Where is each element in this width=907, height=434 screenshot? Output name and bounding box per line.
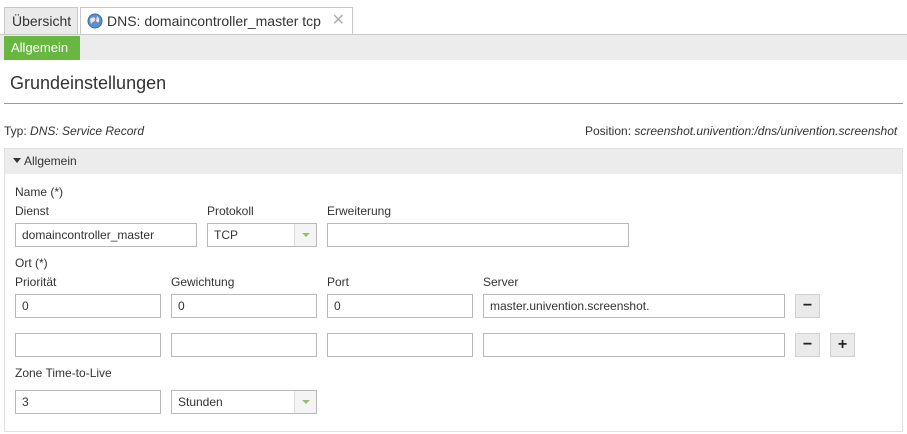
server-input[interactable]: master.univention.screenshot. [483, 294, 785, 318]
remove-row-button[interactable]: − [795, 294, 820, 318]
section-header[interactable]: Allgemein [5, 149, 902, 174]
add-row-button[interactable]: + [830, 333, 855, 357]
server-label: Server [483, 275, 519, 289]
gewichtung-input[interactable] [171, 333, 317, 357]
chevron-down-icon[interactable] [294, 391, 316, 413]
tab-dns-label: DNS: domaincontroller_master tcp [107, 13, 321, 29]
port-input[interactable]: 0 [327, 294, 473, 318]
collapse-triangle-icon [13, 158, 21, 164]
close-icon[interactable]: ✕ [332, 8, 345, 34]
prioritaet-input[interactable] [15, 333, 161, 357]
protokoll-label: Protokoll [207, 204, 254, 218]
ttl-unit-value: Stunden [178, 395, 223, 409]
object-type-label: Typ: [4, 124, 27, 138]
ttl-label: Zone Time-to-Live [15, 366, 112, 380]
object-type-value: DNS: Service Record [30, 124, 145, 138]
prioritaet-input[interactable]: 0 [15, 294, 161, 318]
tab-dns-record[interactable]: DNS: domaincontroller_master tcp ✕ [80, 7, 353, 35]
section-title: Allgemein [24, 154, 77, 168]
prioritaet-label: Priorität [15, 275, 57, 289]
ttl-unit-select[interactable]: Stunden [171, 390, 317, 414]
remove-row-button[interactable]: − [795, 333, 820, 357]
erweiterung-input[interactable] [327, 223, 629, 247]
object-type: Typ: DNS: Service Record [4, 124, 144, 138]
gewichtung-label: Gewichtung [171, 275, 235, 289]
name-group-label: Name (*) [15, 185, 64, 199]
gewichtung-input[interactable]: 0 [171, 294, 317, 318]
port-input[interactable] [327, 333, 473, 357]
port-label: Port [327, 275, 350, 289]
protokoll-select-value: TCP [214, 228, 238, 242]
object-position-value: screenshot.univention:/dns/univention.sc… [634, 124, 898, 138]
chevron-down-icon[interactable] [294, 224, 316, 246]
page-title: Grundeinstellungen [10, 73, 167, 93]
tab-overview[interactable]: Übersicht [4, 7, 78, 34]
object-position: Position: screenshot.univention:/dns/uni… [585, 124, 897, 138]
globe-icon [87, 13, 103, 29]
tab-bar: Übersicht DNS: domaincontroller_master t… [0, 0, 907, 35]
subtab-bar: Allgemein [0, 34, 907, 60]
dienst-input[interactable]: domaincontroller_master [15, 223, 197, 247]
protokoll-select[interactable]: TCP [207, 223, 317, 247]
divider [4, 103, 903, 104]
ort-group-label: Ort (*) [15, 256, 48, 270]
server-input[interactable] [483, 333, 785, 357]
erweiterung-label: Erweiterung [327, 204, 392, 218]
dienst-label: Dienst [15, 204, 50, 218]
subtab-general[interactable]: Allgemein [4, 36, 80, 60]
object-position-label: Position: [585, 124, 632, 138]
ttl-input[interactable]: 3 [15, 390, 161, 414]
